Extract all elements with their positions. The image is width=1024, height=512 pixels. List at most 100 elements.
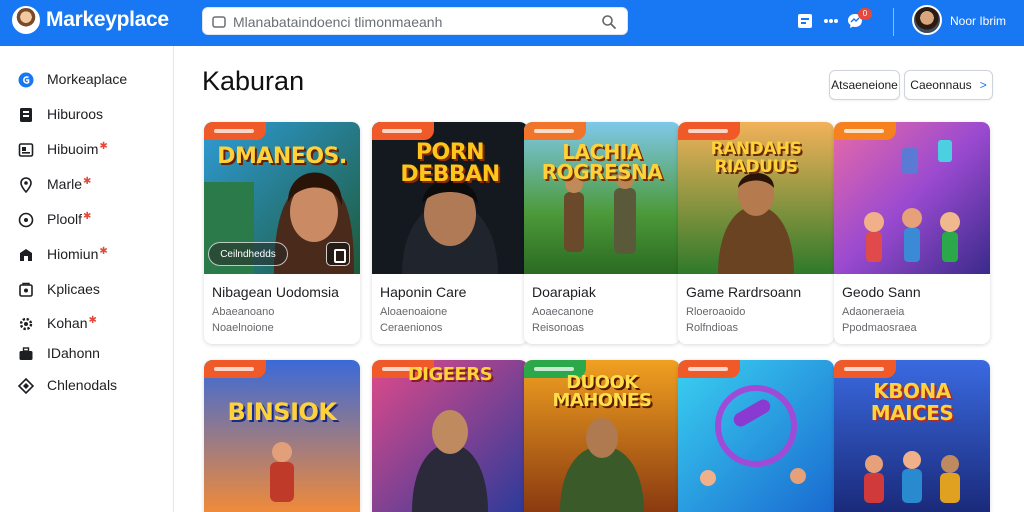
search-bar[interactable] [202, 7, 628, 35]
listing-thumbnail: DUOOK MAHONES [524, 360, 680, 512]
listing-banner: KBONA MAICES [870, 379, 954, 425]
listing-thumbnail: DIGEERS [372, 360, 528, 512]
listing-subtitle: Aloaenoaione [380, 306, 448, 318]
sidebar-item-label: Hibuoim✱ [47, 141, 108, 157]
listing-thumbnail: PORN DEBBAN [372, 122, 528, 274]
listing-thumbnail: LACHIA ROGRESNA [524, 122, 680, 274]
listing-banner: BINSIOK [227, 398, 337, 426]
listing-title: Doarapiak [532, 284, 596, 300]
sidebar-item-label: Kohan✱ [47, 315, 97, 331]
sidebar-item-settings[interactable]: Kohan✱ [0, 308, 174, 338]
listing-title: Game Rardrsoann [686, 284, 802, 300]
listing-title: Nibagean Uodomsia [212, 284, 339, 300]
listing-banner: LACHIA ROGRESNA [541, 140, 663, 184]
sidebar-item-label: Hiomiun✱ [47, 246, 108, 262]
unread-dot: ✱ [99, 141, 108, 152]
sidebar-item-buying[interactable]: Hiomiun✱ [0, 239, 174, 269]
listing-card[interactable]: PORN DEBBAN Haponin Care Aloaenoaione Ce… [372, 122, 528, 344]
settings-icon [18, 316, 34, 332]
toolbar-divider [893, 8, 894, 36]
user-avatar[interactable] [912, 5, 942, 35]
listing-card[interactable]: DUOOK MAHONES [524, 360, 680, 512]
listing-thumbnail: BINSIOK [204, 360, 360, 512]
categories-icon [18, 378, 34, 394]
search-input[interactable] [233, 12, 593, 32]
listing-subtitle: Rloeroaoido [686, 306, 746, 318]
bookmark-icon[interactable] [796, 12, 814, 30]
notification-icon [18, 212, 34, 228]
user-name[interactable]: Noor Ibrim [950, 14, 1006, 28]
sidebar-item-label: IDahonn [47, 345, 100, 361]
sidebar-item-label: Morkeaplace [47, 71, 128, 87]
listing-thumbnail: RANDAHS RIADUUS [678, 122, 834, 274]
listing-meta: Reisonoas [532, 322, 584, 334]
sidebar-item-label: Ploolf✱ [47, 211, 92, 227]
listing-overlay-button[interactable]: Ceilndhedds [208, 242, 288, 266]
listing-subtitle: Adaoneraeia [842, 306, 905, 318]
listing-tag [372, 122, 434, 140]
listing-title: Geodo Sann [842, 284, 921, 300]
page-title: Kaburan [202, 66, 305, 96]
listing-meta: Ceraenionos [380, 322, 443, 334]
listing-tag [678, 122, 740, 140]
more-options-icon[interactable] [822, 12, 840, 30]
sidebar-item-label: Chlenodals [47, 377, 118, 393]
listing-tag [524, 122, 586, 140]
unread-dot: ✱ [83, 176, 92, 187]
listing-card[interactable]: DMANEOS. Ceilndhedds Nibagean Uodomsia A… [204, 122, 360, 344]
location-icon [18, 177, 34, 193]
search-icon[interactable] [601, 14, 617, 30]
listing-tag [204, 122, 266, 140]
listing-tag [834, 360, 896, 378]
listing-tag [204, 360, 266, 378]
inbox-icon [18, 142, 34, 158]
buying-icon [18, 247, 34, 263]
listing-banner: DUOOK MAHONES [552, 372, 652, 411]
action-button[interactable]: Atsaeneione [829, 70, 900, 100]
marketplace-icon [18, 72, 34, 88]
sidebar-item-categories[interactable]: Chlenodals [0, 370, 174, 400]
app-title[interactable]: Markeyplace [46, 8, 169, 32]
listing-card[interactable] [678, 360, 834, 512]
top-navigation-bar: Markeyplace 0 Noor Ibrim [0, 0, 1024, 46]
search-box-icon [212, 16, 226, 28]
listing-tag [834, 122, 896, 140]
listing-meta: Ppodmaosraea [842, 322, 917, 334]
listing-thumbnail [678, 360, 834, 512]
sidebar-item-notifications[interactable]: Ploolf✱ [0, 204, 174, 234]
selling-icon [18, 282, 34, 298]
chevron-right-icon: > [979, 78, 987, 92]
listing-card[interactable]: RANDAHS RIADUUS Game Rardrsoann Rloeroao… [678, 122, 834, 344]
app-logo[interactable] [12, 6, 40, 34]
listing-thumbnail [834, 122, 990, 274]
listing-card[interactable]: DIGEERS [372, 360, 528, 512]
sidebar-item-browse[interactable]: Hiburoos [0, 99, 174, 129]
listing-banner: RANDAHS RIADUUS [710, 139, 802, 177]
sidebar: Morkeaplace Hiburoos Hibuoim✱ Marle✱ Plo… [0, 46, 174, 512]
sidebar-item-inbox[interactable]: Hibuoim✱ [0, 134, 174, 164]
listing-banner: PORN DEBBAN [400, 140, 500, 187]
listing-card[interactable]: BINSIOK [204, 360, 360, 512]
listing-banner: DIGEERS [407, 364, 493, 385]
unread-dot: ✱ [83, 211, 92, 222]
listing-meta: Rolfndioas [686, 322, 738, 334]
listing-subtitle: Aoaecanone [532, 306, 594, 318]
listing-card[interactable]: KBONA MAICES [834, 360, 990, 512]
listing-banner: DMANEOS. [217, 144, 347, 169]
browse-icon [18, 107, 34, 123]
listing-card[interactable]: LACHIA ROGRESNA Doarapiak Aoaecanone Rei… [524, 122, 680, 344]
secondary-button[interactable]: Caeonnaus > [904, 70, 993, 100]
listing-subtitle: Abaeanoano [212, 306, 275, 318]
sidebar-item-location[interactable]: Marle✱ [0, 169, 174, 199]
listing-thumbnail: KBONA MAICES [834, 360, 990, 512]
listing-title: Haponin Care [380, 284, 467, 300]
sidebar-item-marketplace[interactable]: Morkeaplace [0, 64, 174, 94]
sidebar-item-label: Kplicaes [47, 281, 100, 297]
sidebar-item-label: Hiburoos [47, 106, 104, 122]
sidebar-item-briefcase[interactable]: IDahonn [0, 338, 174, 368]
unread-dot: ✱ [99, 246, 108, 257]
listing-card[interactable]: Geodo Sann Adaoneraeia Ppodmaosraea [834, 122, 990, 344]
sidebar-item-selling[interactable]: Kplicaes [0, 274, 174, 304]
unread-dot: ✱ [88, 315, 97, 326]
save-listing-icon[interactable] [326, 242, 350, 266]
